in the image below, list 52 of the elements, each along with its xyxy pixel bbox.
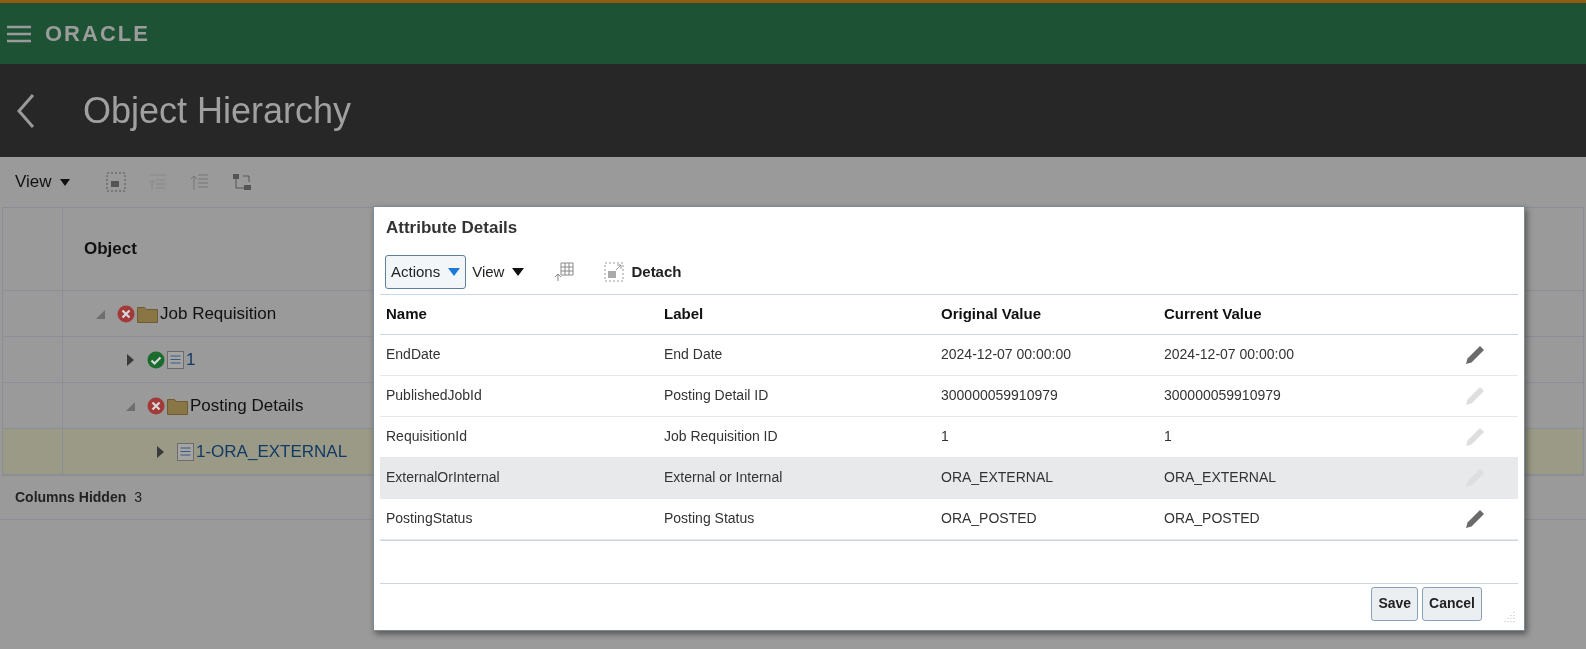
detach-icon[interactable] — [604, 262, 625, 282]
tree-node-label[interactable]: Job Requisition — [160, 300, 277, 327]
tree-node-link[interactable]: 1 — [186, 346, 196, 373]
table-cell-text: ORA_POSTED — [1163, 509, 1261, 528]
columns-hidden-label: Columns Hidden — [15, 488, 127, 507]
table-cell-text: Posting Detail ID — [663, 386, 770, 405]
actions-menu[interactable]: Actions — [385, 255, 467, 289]
collapsed-triangle-icon[interactable] — [126, 353, 135, 366]
column-header: Original Value — [940, 303, 1043, 324]
table-cell-text: 300000059910979 — [1163, 386, 1282, 405]
table-cell-text: External or Internal — [663, 468, 784, 487]
pencil-icon[interactable] — [1465, 344, 1486, 365]
menu-icon[interactable] — [7, 24, 31, 43]
save-button[interactable]: Save — [1371, 586, 1419, 621]
table-cell-text: 1 — [940, 427, 950, 446]
tree-node-link[interactable]: 1-ORA_EXTERNAL — [196, 438, 348, 465]
attribute-row[interactable]: ExternalOrInternal External or Internal ORA_EXTERNAL ORA_EXTERNAL — [380, 457, 1518, 499]
tree-node-label[interactable]: Posting Details — [190, 392, 304, 419]
detach-button[interactable]: Detach — [631, 260, 682, 284]
table-cell-text: ORA_EXTERNAL — [1163, 468, 1278, 487]
table-cell-text: Posting Status — [663, 509, 756, 528]
table-cell-text: ExternalOrInternal — [385, 468, 501, 487]
cancel-button[interactable]: Cancel — [1422, 586, 1482, 621]
table-cell-text: PublishedJobId — [385, 386, 483, 405]
table-cell-text: EndDate — [385, 345, 442, 364]
column-header: Object — [83, 238, 137, 261]
dialog-title: Attribute Details — [386, 217, 519, 239]
column-header: Current Value — [1163, 303, 1263, 324]
table-cell-text: 2024-12-07 00:00:00 — [1163, 345, 1295, 364]
detach-icon[interactable] — [105, 172, 126, 192]
column-header: Label — [663, 303, 705, 324]
column-header: Name — [385, 303, 428, 324]
brand-logo: ORACLE — [45, 20, 150, 48]
table-cell-text: RequisitionId — [385, 427, 468, 446]
page-title: Object Hierarchy — [83, 88, 352, 133]
table-cell-text: ORA_POSTED — [940, 509, 1038, 528]
back-icon[interactable] — [16, 92, 36, 129]
resize-grip-icon[interactable] — [1504, 610, 1516, 622]
table-cell-text: 300000059910979 — [940, 386, 1059, 405]
table-cell-text: 2024-12-07 00:00:00 — [940, 345, 1072, 364]
view-menu[interactable]: View — [472, 260, 525, 284]
table-cell-text: PostingStatus — [385, 509, 474, 528]
hierarchy-icon[interactable] — [231, 172, 252, 192]
table-cell-text: Job Requisition ID — [663, 427, 779, 446]
pencil-icon[interactable] — [1465, 508, 1486, 529]
collapsed-triangle-icon[interactable] — [156, 445, 165, 458]
columns-hidden-count: 3 — [134, 488, 143, 507]
table-cell-text: End Date — [663, 345, 724, 364]
table-cell-text: 1 — [1163, 427, 1173, 446]
table-cell-text: ORA_EXTERNAL — [940, 468, 1055, 487]
table-freeze-icon[interactable] — [554, 262, 575, 282]
view-menu[interactable]: View — [15, 169, 70, 195]
